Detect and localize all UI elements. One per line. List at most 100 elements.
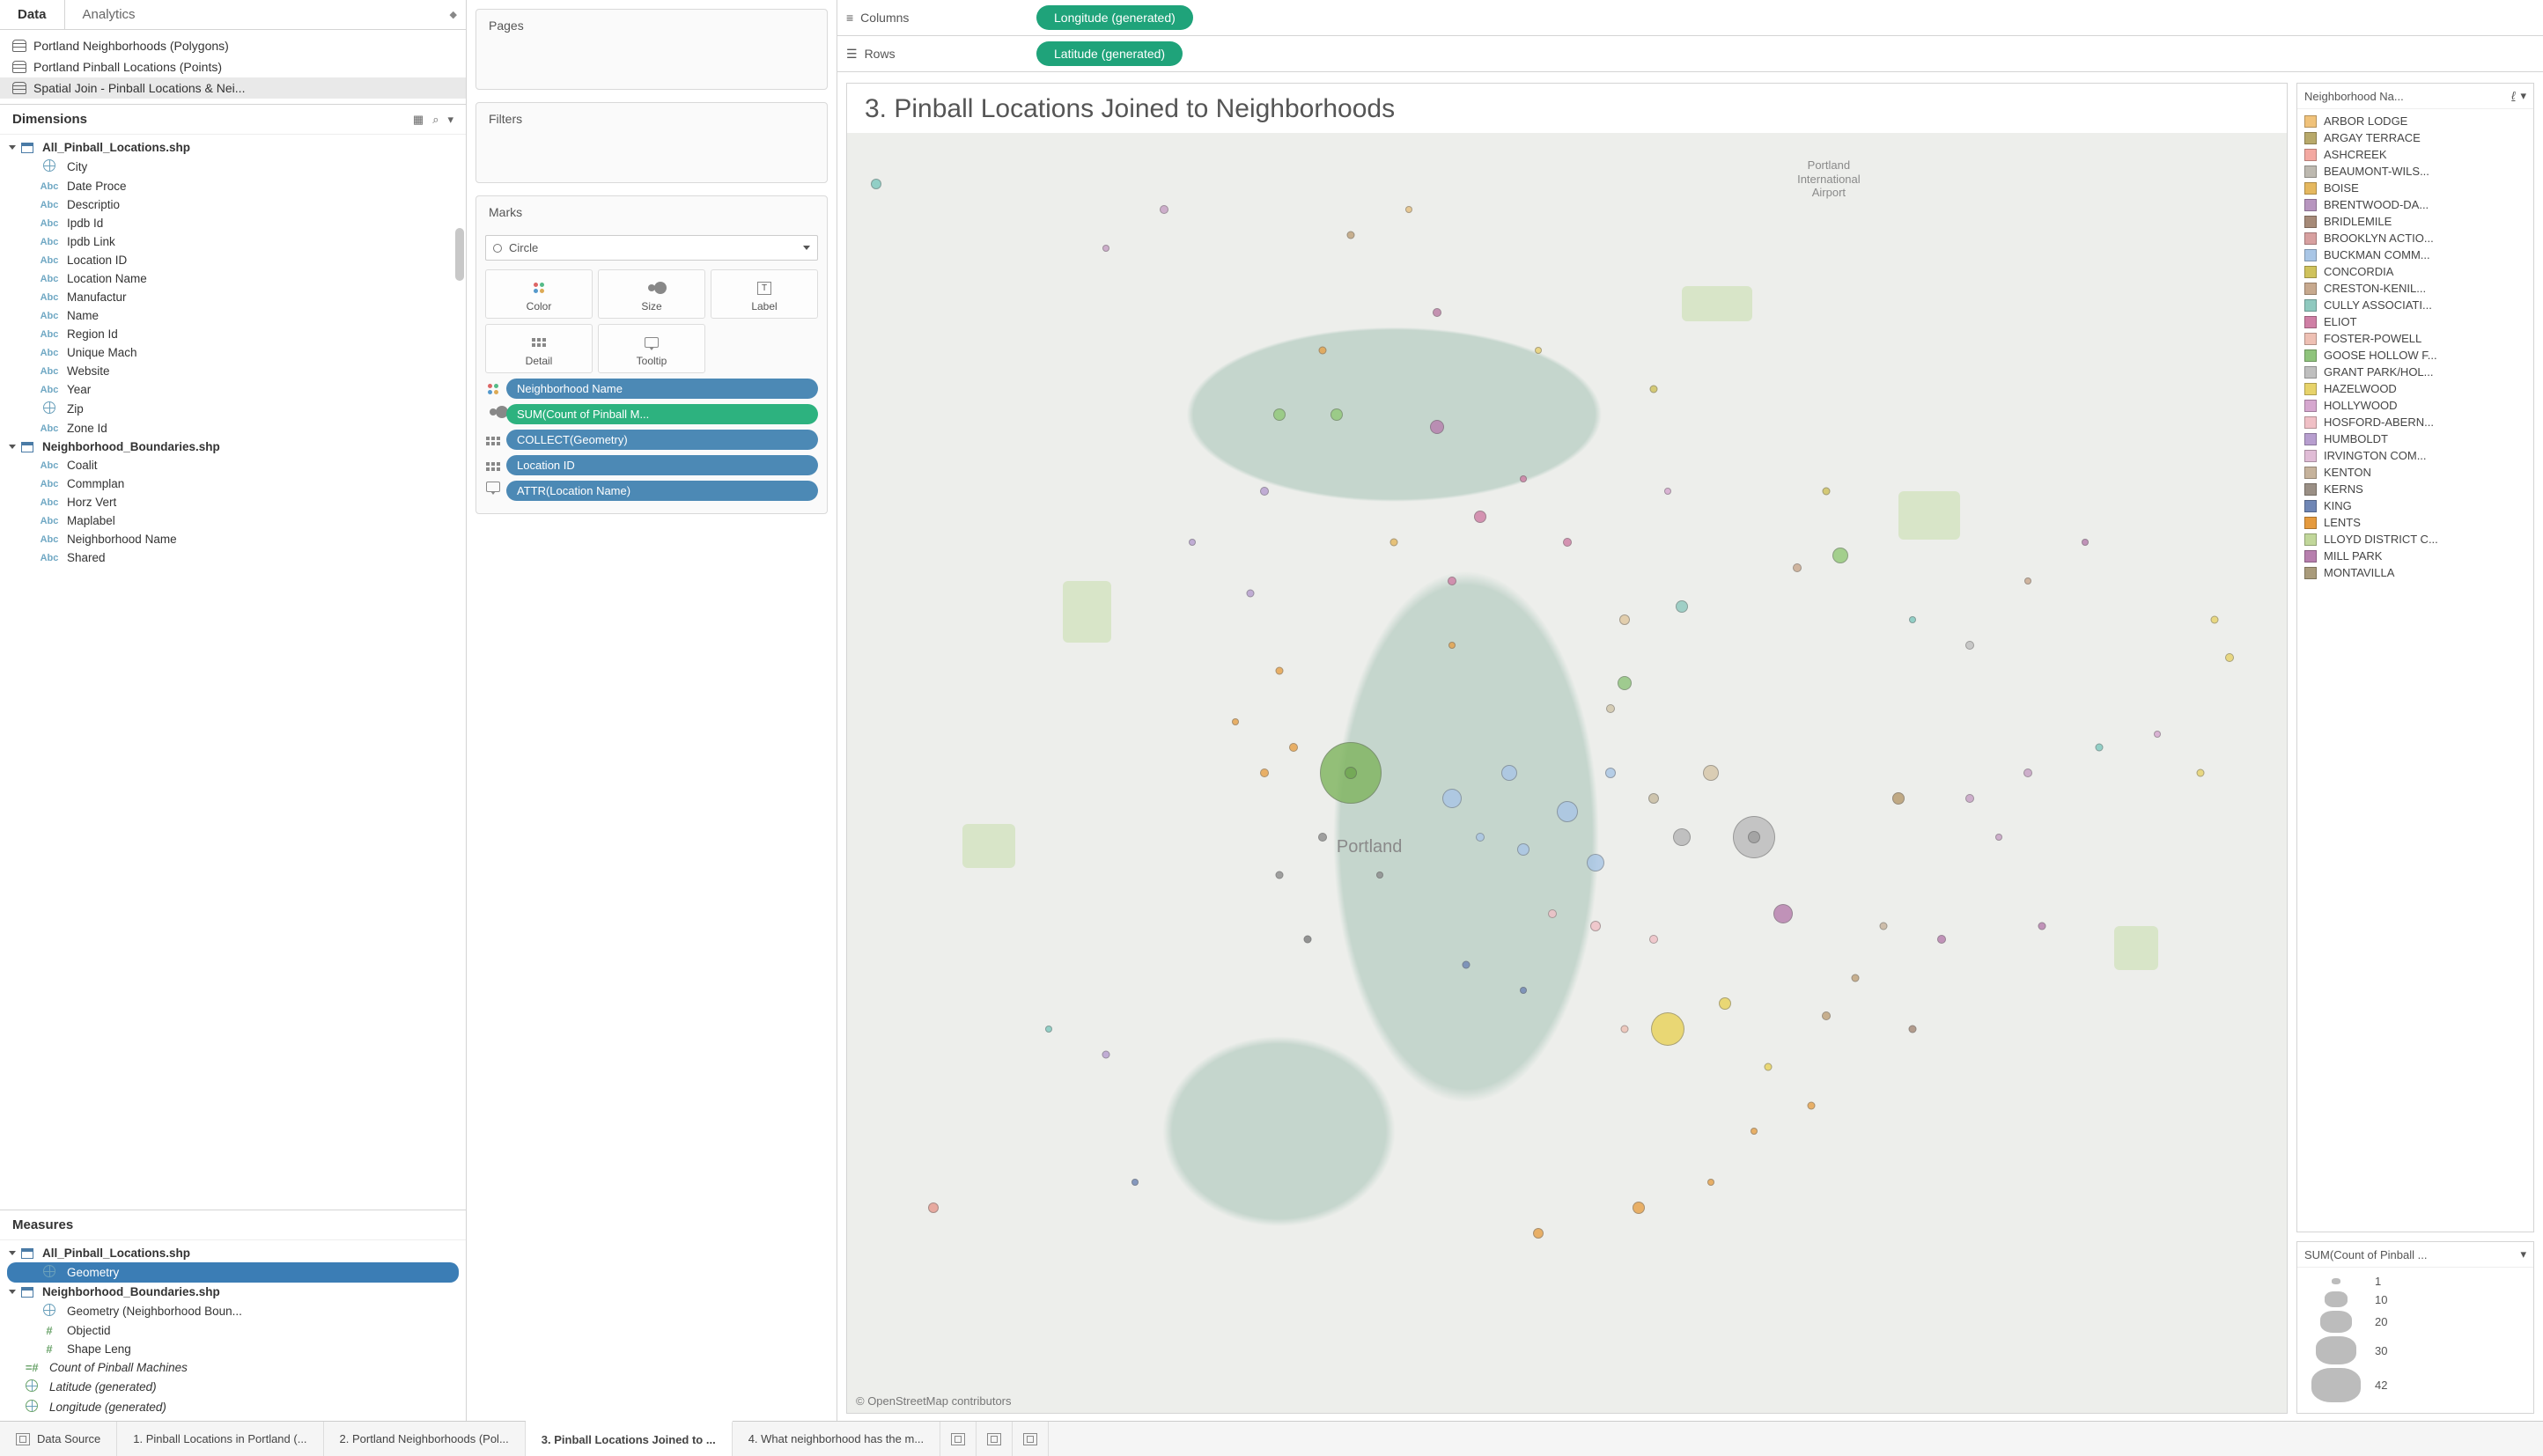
map-point[interactable] bbox=[2154, 731, 2161, 738]
legend-item[interactable]: KING bbox=[2303, 497, 2528, 514]
field-item[interactable]: AbcShared bbox=[0, 548, 466, 567]
new-dashboard-button[interactable] bbox=[977, 1422, 1013, 1456]
map-point[interactable] bbox=[1965, 641, 1974, 650]
sheet-tab[interactable]: 4. What neighborhood has the m... bbox=[733, 1422, 940, 1456]
field-item[interactable]: AbcManufactur bbox=[0, 288, 466, 306]
field-item[interactable]: AbcNeighborhood Name bbox=[0, 530, 466, 548]
map-point[interactable] bbox=[1773, 904, 1793, 923]
tab-analytics[interactable]: Analytics◆ bbox=[64, 0, 466, 29]
scrollbar[interactable] bbox=[455, 228, 464, 281]
mark-size-button[interactable]: Size bbox=[598, 269, 705, 319]
field-item[interactable]: AbcCommplan bbox=[0, 474, 466, 493]
map-point[interactable] bbox=[1751, 1128, 1758, 1135]
field-item[interactable]: AbcLocation ID bbox=[0, 251, 466, 269]
map-point[interactable] bbox=[1318, 833, 1327, 842]
map-point[interactable] bbox=[1851, 974, 1859, 982]
sheet-tab[interactable]: 2. Portland Neighborhoods (Pol... bbox=[324, 1422, 526, 1456]
sheet-tab[interactable]: 3. Pinball Locations Joined to ... bbox=[526, 1421, 733, 1456]
map-point[interactable] bbox=[1965, 794, 1974, 803]
field-item[interactable]: =#Count of Pinball Machines bbox=[0, 1358, 466, 1377]
data-source-item[interactable]: Portland Neighborhoods (Polygons) bbox=[0, 35, 466, 56]
map-point[interactable] bbox=[1707, 1179, 1714, 1186]
map-point[interactable] bbox=[1131, 1179, 1139, 1186]
viz-title[interactable]: 3. Pinball Locations Joined to Neighborh… bbox=[847, 84, 2287, 133]
map-point[interactable] bbox=[1880, 923, 1888, 930]
field-item[interactable]: AbcDate Proce bbox=[0, 177, 466, 195]
map-point[interactable] bbox=[1587, 854, 1604, 871]
tab-data[interactable]: Data bbox=[0, 0, 64, 29]
map-point[interactable] bbox=[1676, 600, 1688, 613]
legend-item[interactable]: GRANT PARK/HOL... bbox=[2303, 364, 2528, 380]
columns-shelf[interactable]: ≡Columns Longitude (generated) bbox=[837, 0, 2543, 36]
mark-label-button[interactable]: TLabel bbox=[711, 269, 818, 319]
map-point[interactable] bbox=[1995, 834, 2002, 841]
new-sheet-button[interactable] bbox=[940, 1422, 977, 1456]
map-point[interactable] bbox=[2196, 769, 2204, 777]
legend-item[interactable]: MONTAVILLA bbox=[2303, 564, 2528, 581]
map-point[interactable] bbox=[1433, 308, 1441, 317]
map-point[interactable] bbox=[1649, 935, 1658, 944]
field-group[interactable]: All_Pinball_Locations.shp bbox=[0, 138, 466, 157]
map-point[interactable] bbox=[1448, 577, 1456, 585]
map-point[interactable] bbox=[1533, 1228, 1544, 1239]
map-point[interactable] bbox=[1189, 539, 1196, 546]
map-point[interactable] bbox=[1463, 961, 1471, 969]
filters-shelf[interactable]: Filters bbox=[475, 102, 828, 183]
map-point[interactable] bbox=[2024, 577, 2031, 585]
map-point[interactable] bbox=[1275, 666, 1283, 674]
map-point[interactable] bbox=[1633, 1202, 1645, 1214]
sheet-tab[interactable]: 1. Pinball Locations in Portland (... bbox=[117, 1422, 323, 1456]
field-item[interactable]: AbcIpdb Link bbox=[0, 232, 466, 251]
search-icon[interactable]: ⌕ bbox=[432, 113, 439, 127]
columns-pill[interactable]: Longitude (generated) bbox=[1036, 5, 1193, 30]
mark-pill[interactable]: Location ID bbox=[506, 455, 818, 475]
map-point[interactable] bbox=[1517, 843, 1529, 856]
legend-item[interactable]: HUMBOLDT bbox=[2303, 430, 2528, 447]
legend-item[interactable]: BRIDLEMILE bbox=[2303, 213, 2528, 230]
menu-caret-icon[interactable]: ▾ bbox=[447, 113, 453, 127]
field-item[interactable]: Latitude (generated) bbox=[0, 1377, 466, 1397]
map-point[interactable] bbox=[1651, 1012, 1684, 1046]
field-item[interactable]: AbcLocation Name bbox=[0, 269, 466, 288]
map-point[interactable] bbox=[1748, 831, 1760, 843]
field-item[interactable]: AbcIpdb Id bbox=[0, 214, 466, 232]
legend-menu-icon[interactable]: ▾ bbox=[2520, 1247, 2526, 1261]
map-point[interactable] bbox=[1275, 871, 1283, 879]
mark-pill[interactable]: COLLECT(Geometry) bbox=[506, 430, 818, 450]
color-legend[interactable]: Neighborhood Na... ℓ ▾ ARBOR LODGEARGAY … bbox=[2296, 83, 2534, 1232]
map-point[interactable] bbox=[1619, 614, 1630, 625]
field-group[interactable]: All_Pinball_Locations.shp bbox=[0, 1244, 466, 1262]
legend-item[interactable]: LLOYD DISTRICT C... bbox=[2303, 531, 2528, 548]
map-point[interactable] bbox=[1892, 792, 1905, 805]
field-item[interactable]: AbcWebsite bbox=[0, 362, 466, 380]
map-point[interactable] bbox=[1330, 408, 1343, 421]
map-point[interactable] bbox=[1557, 801, 1578, 822]
map-point[interactable] bbox=[1390, 539, 1398, 547]
rows-pill[interactable]: Latitude (generated) bbox=[1036, 41, 1183, 66]
map-point[interactable] bbox=[1476, 833, 1485, 842]
map-point[interactable] bbox=[1246, 590, 1254, 598]
map-point[interactable] bbox=[2082, 539, 2089, 546]
map-point[interactable] bbox=[928, 1202, 939, 1213]
field-item[interactable]: AbcCoalit bbox=[0, 456, 466, 474]
field-item[interactable]: AbcYear bbox=[0, 380, 466, 399]
legend-item[interactable]: KENTON bbox=[2303, 464, 2528, 481]
map-point[interactable] bbox=[1937, 935, 1946, 944]
legend-menu-icon[interactable]: ▾ bbox=[2520, 89, 2526, 103]
map-point[interactable] bbox=[1822, 488, 1830, 496]
field-item[interactable]: Geometry bbox=[7, 1262, 459, 1283]
field-item[interactable]: AbcDescriptio bbox=[0, 195, 466, 214]
legend-item[interactable]: IRVINGTON COM... bbox=[2303, 447, 2528, 464]
map-point[interactable] bbox=[1405, 206, 1412, 213]
field-item[interactable]: AbcHorz Vert bbox=[0, 493, 466, 511]
map-point[interactable] bbox=[2225, 653, 2234, 662]
map-point[interactable] bbox=[1430, 420, 1444, 434]
legend-item[interactable]: BEAUMONT-WILS... bbox=[2303, 163, 2528, 180]
new-story-button[interactable] bbox=[1013, 1422, 1049, 1456]
map-point[interactable] bbox=[1648, 793, 1659, 804]
field-item[interactable]: AbcUnique Mach bbox=[0, 343, 466, 362]
map-point[interactable] bbox=[1520, 987, 1527, 994]
map-point[interactable] bbox=[1102, 245, 1109, 252]
map-point[interactable] bbox=[1908, 1025, 1916, 1033]
legend-item[interactable]: ARBOR LODGE bbox=[2303, 113, 2528, 129]
